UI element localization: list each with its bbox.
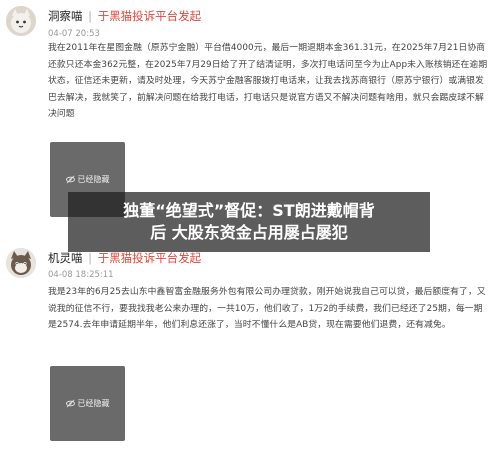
- post-timestamp: 04-07 20:53: [48, 29, 100, 39]
- header-separator: |: [88, 9, 93, 23]
- post-content: 我是23年的6月25去山东中鑫智富金融服务外包有限公司办理贷款，刚开始说我自己可…: [48, 287, 486, 331]
- hidden-image-label: 已经隐藏: [65, 398, 110, 409]
- headline-line-2: 后 大股东资金占用屡占屡犯: [150, 223, 348, 242]
- platform-source-link[interactable]: 于黑猫投诉平台发起: [98, 251, 202, 265]
- post-timestamp: 04-08 18:25:11: [48, 270, 114, 280]
- cat-avatar-icon: [6, 6, 36, 36]
- avatar[interactable]: [6, 6, 36, 36]
- username[interactable]: 机灵喵: [48, 251, 83, 265]
- cat-avatar-icon: [6, 248, 36, 278]
- headline-banner: 独董“绝望式”督促：ST朗进戴帽背 后 大股东资金占用屡占屡犯: [68, 192, 430, 252]
- post-content: 我在2011年在星图金融（原苏宁金融）平台借4000元，最后一期退期本金361.…: [48, 43, 488, 120]
- eye-hidden-icon: [65, 175, 75, 184]
- header-separator: |: [88, 251, 93, 265]
- platform-source-link[interactable]: 于黑猫投诉平台发起: [98, 9, 202, 23]
- username[interactable]: 洞察喵: [48, 9, 83, 23]
- post-header: 机灵喵 | 于黑猫投诉平台发起: [48, 250, 201, 266]
- hidden-image-text: 已经隐藏: [77, 399, 110, 408]
- hidden-image-thumbnail[interactable]: 已经隐藏: [50, 366, 125, 441]
- hidden-image-label: 已经隐藏: [65, 174, 110, 185]
- headline-line-1: 独董“绝望式”督促：ST朗进戴帽背: [123, 201, 375, 220]
- post-header: 洞察喵 | 于黑猫投诉平台发起: [48, 8, 201, 24]
- hidden-image-text: 已经隐藏: [77, 175, 110, 184]
- avatar[interactable]: [6, 248, 36, 278]
- eye-hidden-icon: [65, 399, 75, 408]
